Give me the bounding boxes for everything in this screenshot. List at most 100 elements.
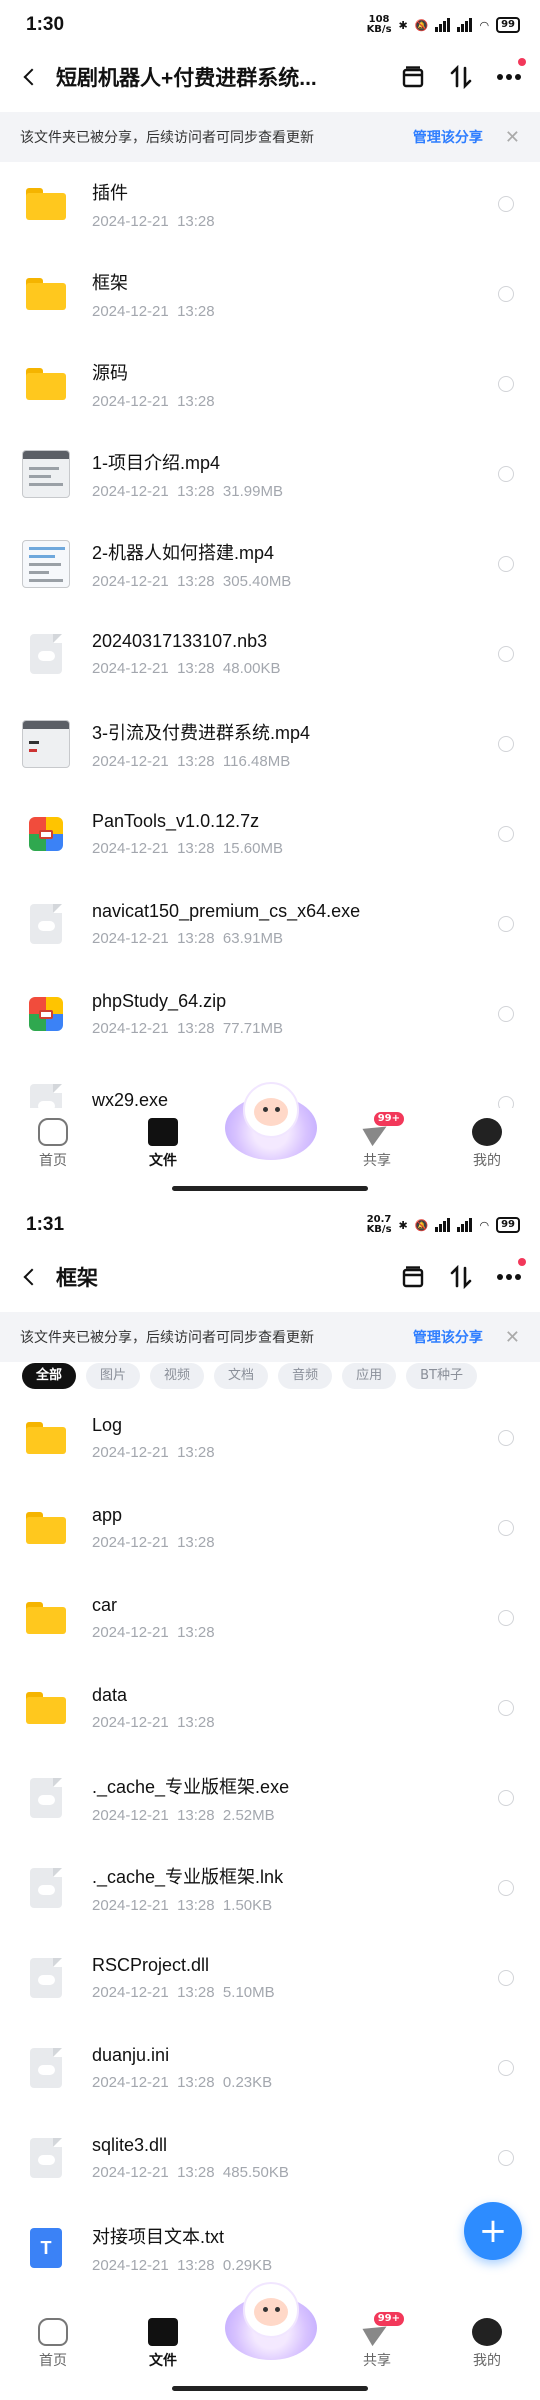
page-title: 短剧机器人+付费进群系统... — [56, 67, 317, 90]
file-name: 对接项目文本.txt — [92, 2226, 225, 2247]
wifi-icon: ◠ — [479, 1218, 490, 1232]
list-item[interactable]: phpStudy_64.zip 2024-12-21 13:28 77.71MB — [0, 969, 540, 1059]
file-list: Log 2024-12-21 13:28 app 2024-12-21 13:28 … — [0, 1393, 540, 2293]
list-item[interactable]: sqlite3.dll 2024-12-21 13:28 485.50KB — [0, 2113, 540, 2203]
add-button[interactable]: + — [464, 2202, 522, 2260]
select-radio[interactable] — [498, 646, 514, 662]
battery-icon: 99 — [496, 1217, 520, 1233]
assistant-mascot-icon[interactable] — [223, 2280, 319, 2370]
select-radio[interactable] — [498, 466, 514, 482]
file-icon — [22, 1774, 70, 1822]
file-meta: 2024-12-21 13:28 — [92, 1624, 215, 1641]
select-radio[interactable] — [498, 1880, 514, 1896]
select-radio[interactable] — [498, 736, 514, 752]
select-radio[interactable] — [498, 1430, 514, 1446]
select-radio[interactable] — [498, 196, 514, 212]
tab-label: 首页 — [39, 1153, 67, 1169]
file-meta: 2024-12-21 13:28 485.50KB — [92, 2164, 289, 2181]
close-icon[interactable]: ✕ — [505, 1327, 520, 1348]
select-radio[interactable] — [498, 1790, 514, 1806]
list-item[interactable]: data 2024-12-21 13:28 — [0, 1663, 540, 1753]
select-radio[interactable] — [498, 286, 514, 302]
more-icon[interactable] — [496, 1258, 526, 1290]
select-radio[interactable] — [498, 2060, 514, 2076]
tab-files[interactable]: 文件 — [128, 2318, 198, 2370]
back-icon[interactable] — [18, 1265, 42, 1289]
status-time: 1:30 — [26, 14, 65, 35]
file-meta: 2024-12-21 13:28 48.00KB — [92, 660, 281, 677]
list-item[interactable]: Log 2024-12-21 13:28 — [0, 1393, 540, 1483]
sort-icon[interactable] — [448, 1264, 474, 1290]
select-radio[interactable] — [498, 1610, 514, 1626]
tab-me[interactable]: 我的 — [452, 1118, 522, 1170]
manage-share-link[interactable]: 管理该分享 — [413, 127, 483, 147]
send-icon: 99+ — [362, 1112, 404, 1146]
list-item[interactable]: 源码 2024-12-21 13:28 — [0, 339, 540, 429]
list-item[interactable]: 2-机器人如何搭建.mp4 2024-12-21 13:28 305.40MB — [0, 519, 540, 609]
list-item[interactable]: PanTools_v1.0.12.7z 2024-12-21 13:28 15.6… — [0, 789, 540, 879]
video-thumbnail-icon — [22, 450, 70, 498]
filter-bt[interactable]: BT种子 — [406, 1363, 477, 1389]
select-radio[interactable] — [498, 2150, 514, 2166]
select-radio[interactable] — [498, 826, 514, 842]
screen-2: 1:31 20.7 KB/s ✱ 🔕 ◠ 99 框架 该文件夹已被分享，后续访问… — [0, 1200, 540, 2400]
file-meta: 2024-12-21 13:28 1.50KB — [92, 1896, 273, 1914]
folder-icon — [22, 1594, 70, 1642]
select-radio[interactable] — [498, 916, 514, 932]
filter-videos[interactable]: 视频 — [150, 1363, 205, 1389]
home-icon — [38, 1118, 68, 1146]
close-icon[interactable]: ✕ — [505, 127, 520, 148]
select-radio[interactable] — [498, 1700, 514, 1716]
more-icon[interactable] — [496, 58, 526, 90]
list-item[interactable]: 插件 2024-12-21 13:28 — [0, 159, 540, 249]
file-name: RSCProject.dll — [92, 1955, 210, 1975]
signal-icon — [435, 1218, 451, 1232]
banner-text: 该文件夹已被分享，后续访问者可同步查看更新 — [20, 1330, 314, 1346]
tab-files[interactable]: 文件 — [128, 1118, 198, 1170]
archive-box-icon[interactable] — [400, 64, 426, 90]
tab-share[interactable]: 99+ 共享 — [342, 2312, 412, 2370]
signal-icon — [435, 18, 451, 32]
list-item[interactable]: app 2024-12-21 13:28 — [0, 1483, 540, 1573]
tab-me[interactable]: 我的 — [452, 2318, 522, 2370]
video-thumbnail-icon — [22, 540, 70, 588]
folder-icon — [22, 1414, 70, 1462]
select-radio[interactable] — [498, 1006, 514, 1022]
list-item[interactable]: 20240317133107.nb3 2024-12-21 13:28 48.00… — [0, 609, 540, 699]
assistant-mascot-icon[interactable] — [223, 1080, 319, 1170]
select-radio[interactable] — [498, 556, 514, 572]
filter-images[interactable]: 图片 — [86, 1363, 141, 1389]
select-radio[interactable] — [498, 1520, 514, 1536]
list-item[interactable]: ._cache_专业版框架.lnk 2024-12-21 13:28 1.50KB — [0, 1843, 540, 1933]
select-radio[interactable] — [498, 1970, 514, 1986]
file-meta: 2024-12-21 13:28 0.23KB — [92, 2074, 273, 2091]
list-item[interactable]: 1-项目介绍.mp4 2024-12-21 13:28 31.99MB — [0, 429, 540, 519]
file-name: ._cache_专业版框架.lnk — [92, 1866, 284, 1887]
tab-label: 文件 — [149, 1153, 177, 1169]
list-item[interactable]: RSCProject.dll 2024-12-21 13:28 5.10MB — [0, 1933, 540, 2023]
list-item[interactable]: ._cache_专业版框架.exe 2024-12-21 13:28 2.52MB — [0, 1753, 540, 1843]
filter-audio[interactable]: 音频 — [278, 1363, 333, 1389]
list-item[interactable]: duanju.ini 2024-12-21 13:28 0.23KB — [0, 2023, 540, 2113]
file-meta: 2024-12-21 13:28 305.40MB — [92, 572, 292, 590]
list-item[interactable]: 框架 2024-12-21 13:28 — [0, 249, 540, 339]
archive-box-icon[interactable] — [400, 1264, 426, 1290]
file-name: 框架 — [92, 272, 128, 293]
list-item[interactable]: navicat150_premium_cs_x64.exe 2024-12-21 … — [0, 879, 540, 969]
back-icon[interactable] — [18, 65, 42, 89]
sort-icon[interactable] — [448, 64, 474, 90]
filter-docs[interactable]: 文档 — [214, 1363, 269, 1389]
filter-apps[interactable]: 应用 — [342, 1363, 397, 1389]
tab-home[interactable]: 首页 — [18, 1118, 88, 1170]
select-radio[interactable] — [498, 376, 514, 392]
tab-share[interactable]: 99+ 共享 — [342, 1112, 412, 1170]
list-item[interactable]: car 2024-12-21 13:28 — [0, 1573, 540, 1663]
tab-home[interactable]: 首页 — [18, 2318, 88, 2370]
file-meta: 2024-12-21 13:28 — [92, 1534, 215, 1551]
manage-share-link[interactable]: 管理该分享 — [413, 1327, 483, 1347]
share-banner: 该文件夹已被分享，后续访问者可同步查看更新 管理该分享 ✕ — [0, 1312, 540, 1362]
file-meta: 2024-12-21 13:28 2.52MB — [92, 1806, 275, 1824]
archive-icon — [22, 810, 70, 858]
filter-all[interactable]: 全部 — [22, 1363, 77, 1389]
list-item[interactable]: 3-引流及付费进群系统.mp4 2024-12-21 13:28 116.48MB — [0, 699, 540, 789]
